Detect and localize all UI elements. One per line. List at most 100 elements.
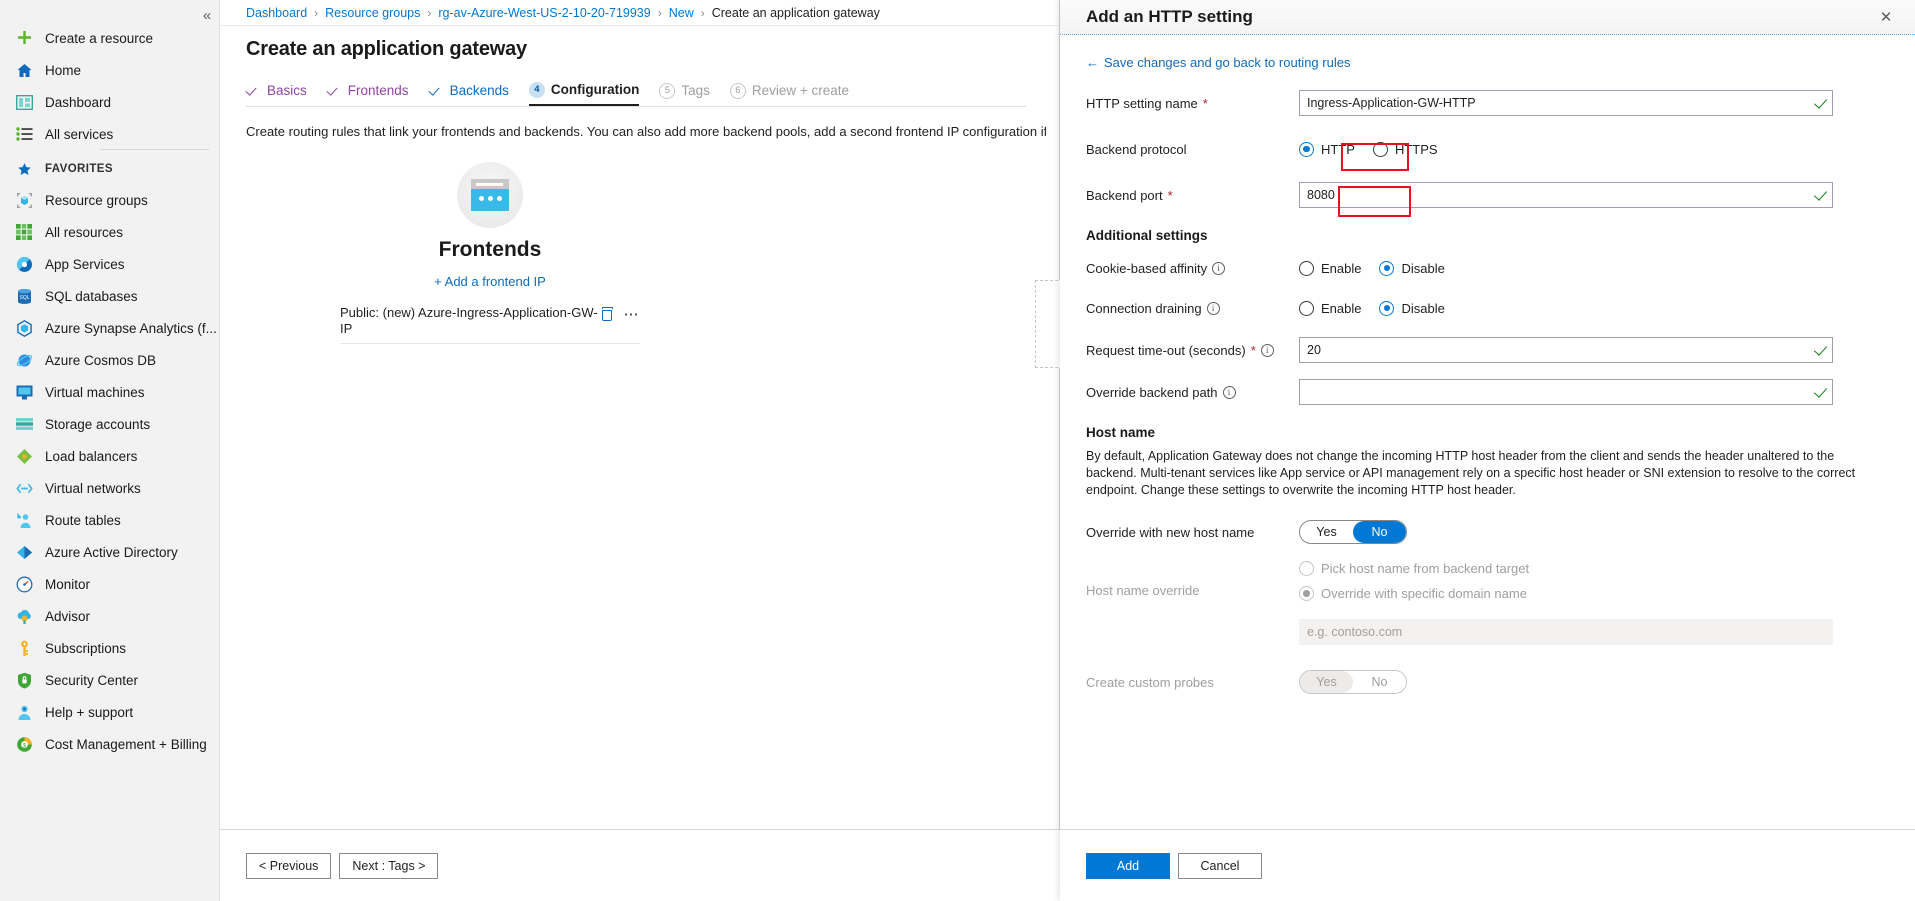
create-custom-probes-label: Create custom probes	[1086, 675, 1299, 690]
request-timeout-row: Request time-out (seconds) * i 20	[1086, 331, 1915, 365]
tab-tags[interactable]: 5 Tags	[659, 79, 710, 106]
sidebar-item-label: Monitor	[45, 577, 90, 592]
tab-label: Configuration	[551, 82, 639, 97]
star-icon	[14, 159, 34, 179]
trash-icon[interactable]	[601, 307, 614, 322]
frontend-row-actions: ⋯	[601, 305, 641, 322]
sidebar-item-resource-groups[interactable]: Resource groups	[0, 184, 219, 216]
radio-dot-icon	[1299, 586, 1314, 601]
radio-cookie-enable[interactable]: Enable	[1299, 261, 1361, 276]
tab-configuration[interactable]: 4 Configuration	[529, 79, 639, 106]
cookie-affinity-label: Cookie-based affinity i	[1086, 261, 1299, 276]
sidebar-item-security-center[interactable]: Security Center	[0, 664, 219, 696]
cookie-affinity-radio-group: Enable Disable	[1299, 261, 1445, 276]
sidebar-item-azure-synapse-analytics[interactable]: Azure Synapse Analytics (f...	[0, 312, 219, 344]
frontend-ip-list-item[interactable]: Public: (new) Azure-Ingress-Application-…	[340, 305, 640, 344]
breadcrumb-item-new[interactable]: New	[669, 6, 694, 20]
backend-protocol-radio-group: HTTP HTTPS	[1299, 142, 1438, 157]
tab-basics[interactable]: Basics	[246, 79, 307, 106]
breadcrumb-item-resource-groups[interactable]: Resource groups	[325, 6, 420, 20]
info-icon[interactable]: i	[1261, 344, 1274, 357]
backend-port-input[interactable]: 8080	[1299, 182, 1833, 208]
panel-footer: Add Cancel	[1060, 829, 1915, 901]
dashboard-icon	[14, 92, 34, 112]
cancel-button[interactable]: Cancel	[1178, 853, 1262, 879]
sidebar-item-create-a-resource[interactable]: Create a resource	[0, 22, 219, 54]
breadcrumb-item-resource-group[interactable]: rg-av-Azure-West-US-2-10-20-719939	[438, 6, 650, 20]
frontend-ip-name: Public: (new) Azure-Ingress-Application-…	[340, 305, 601, 337]
info-icon[interactable]: i	[1223, 386, 1236, 399]
override-host-name-toggle[interactable]: Yes No	[1299, 520, 1407, 544]
sidebar-item-storage-accounts[interactable]: Storage accounts	[0, 408, 219, 440]
sidebar-item-route-tables[interactable]: Route tables	[0, 504, 219, 536]
list-icon	[14, 124, 34, 144]
previous-button[interactable]: < Previous	[246, 853, 331, 879]
request-timeout-label: Request time-out (seconds) * i	[1086, 343, 1299, 358]
next-tags-button[interactable]: Next : Tags >	[339, 853, 438, 879]
radio-draining-enable[interactable]: Enable	[1299, 301, 1361, 316]
breadcrumb-item-dashboard[interactable]: Dashboard	[246, 6, 307, 20]
sidebar-item-label: Route tables	[45, 513, 121, 528]
add-button[interactable]: Add	[1086, 853, 1170, 879]
radio-draining-disable[interactable]: Disable	[1379, 301, 1444, 316]
sidebar-item-label: Azure Synapse Analytics (f...	[45, 321, 217, 336]
ellipsis-icon[interactable]: ⋯	[624, 310, 641, 320]
tab-backends[interactable]: Backends	[429, 79, 509, 106]
http-setting-name-input[interactable]: Ingress-Application-GW-HTTP	[1299, 90, 1833, 116]
sidebar-item-home[interactable]: Home	[0, 54, 219, 86]
sidebar-item-help-support[interactable]: Help + support	[0, 696, 219, 728]
radio-label: Enable	[1321, 261, 1361, 276]
radio-cookie-disable[interactable]: Disable	[1379, 261, 1444, 276]
sidebar-item-virtual-networks[interactable]: Virtual networks	[0, 472, 219, 504]
sidebar-item-subscriptions[interactable]: Subscriptions	[0, 632, 219, 664]
request-timeout-value: 20	[1307, 343, 1321, 357]
sidebar-item-azure-active-directory[interactable]: Azure Active Directory	[0, 536, 219, 568]
domain-name-placeholder: e.g. contoso.com	[1307, 625, 1402, 639]
tab-frontends[interactable]: Frontends	[327, 79, 409, 106]
info-icon[interactable]: i	[1212, 262, 1225, 275]
sidebar-item-all-services[interactable]: All services	[0, 118, 219, 150]
sidebar-item-label: Advisor	[45, 609, 90, 624]
sidebar-item-monitor[interactable]: Monitor	[0, 568, 219, 600]
info-icon[interactable]: i	[1207, 302, 1220, 315]
valid-check-icon	[1814, 384, 1827, 398]
global-navigation-sidebar: Create a resource Home Dashboard	[0, 0, 220, 901]
radio-http[interactable]: HTTP	[1299, 142, 1355, 157]
sidebar-item-advisor[interactable]: Advisor	[0, 600, 219, 632]
main-content-area: Dashboard › Resource groups › rg-av-Azur…	[220, 0, 1060, 901]
configuration-intro-text: Create routing rules that link your fron…	[246, 123, 1046, 140]
collapse-sidebar-button[interactable]: «	[196, 4, 218, 26]
sidebar-item-sql-databases[interactable]: SQL SQL databases	[0, 280, 219, 312]
toggle-no[interactable]: No	[1353, 521, 1406, 543]
required-asterisk: *	[1168, 188, 1173, 203]
sidebar-item-app-services[interactable]: App Services	[0, 248, 219, 280]
favorites-section-header: FAVORITES	[0, 154, 219, 184]
radio-label: Disable	[1401, 261, 1444, 276]
close-icon[interactable]: ✕	[1875, 6, 1897, 28]
browser-window-icon	[457, 162, 523, 228]
save-and-go-back-link[interactable]: ← Save changes and go back to routing ru…	[1086, 55, 1350, 70]
save-and-go-back-label: Save changes and go back to routing rule…	[1104, 55, 1350, 70]
radio-dot-icon	[1299, 561, 1314, 576]
request-timeout-input[interactable]: 20	[1299, 337, 1833, 363]
sidebar-item-virtual-machines[interactable]: Virtual machines	[0, 376, 219, 408]
load-balancers-icon	[14, 446, 34, 466]
add-frontend-ip-link[interactable]: + Add a frontend IP	[434, 274, 546, 289]
radio-https[interactable]: HTTPS	[1373, 142, 1438, 157]
resource-groups-icon	[14, 190, 34, 210]
sidebar-item-label: SQL databases	[45, 289, 138, 304]
radio-dot-icon	[1299, 261, 1314, 276]
frontends-card-title: Frontends	[439, 238, 542, 262]
breadcrumb-separator: ›	[314, 6, 318, 20]
sidebar-item-load-balancers[interactable]: Load balancers	[0, 440, 219, 472]
radio-override-specific-domain: Override with specific domain name	[1299, 586, 1527, 601]
sidebar-item-azure-cosmos-db[interactable]: Azure Cosmos DB	[0, 344, 219, 376]
tab-review-create[interactable]: 6 Review + create	[730, 79, 849, 106]
sidebar-item-all-resources[interactable]: All resources	[0, 216, 219, 248]
sidebar-item-label: Load balancers	[45, 449, 137, 464]
sidebar-item-dashboard[interactable]: Dashboard	[0, 86, 219, 118]
sidebar-item-cost-management-billing[interactable]: $ Cost Management + Billing	[0, 728, 219, 760]
wizard-tabs: Basics Frontends Backends 4 Configuratio…	[246, 79, 1026, 107]
override-backend-path-input[interactable]	[1299, 379, 1833, 405]
toggle-yes[interactable]: Yes	[1300, 521, 1353, 543]
